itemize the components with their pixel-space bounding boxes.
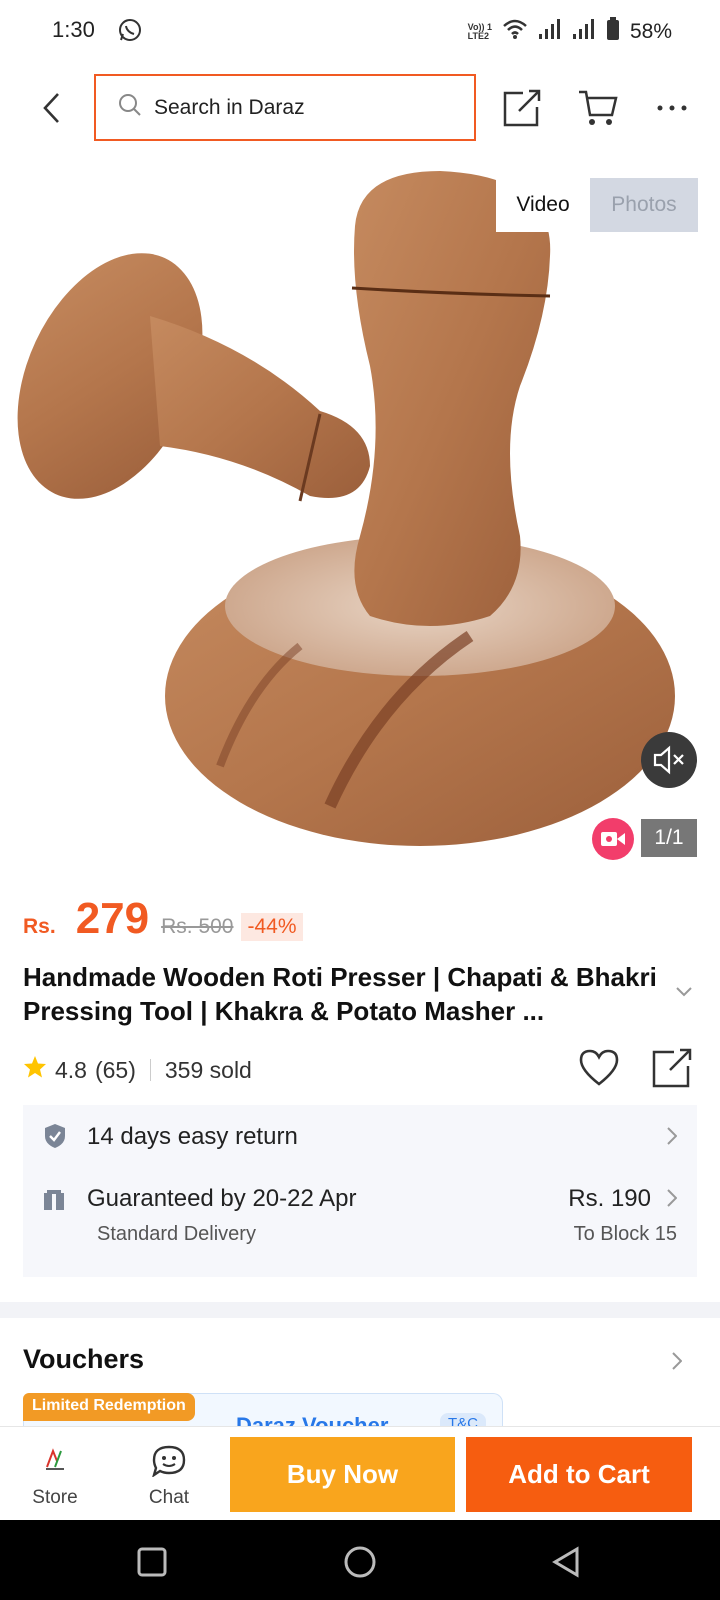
recents-icon[interactable] (132, 1542, 172, 1582)
section-divider (0, 1302, 720, 1318)
action-bar: Store Chat Buy Now Add to Cart (0, 1426, 720, 1520)
store-label: Store (32, 1487, 78, 1508)
status-bar: 1:30 Vo)) 1 LTE2 58% (0, 0, 720, 62)
rating-value[interactable]: 4.8 (55, 1057, 87, 1084)
volte-icon: Vo)) 1 LTE2 (467, 22, 492, 41)
price-value: 279 (75, 894, 150, 943)
store-logo-icon (10, 1445, 100, 1473)
tab-photos[interactable]: Photos (590, 178, 698, 232)
discount-badge: -44% (241, 913, 303, 941)
delivery-price: Rs. 190 (568, 1185, 651, 1212)
back-icon[interactable] (32, 88, 72, 128)
package-icon (43, 1189, 65, 1216)
product-photo (17, 171, 675, 846)
star-icon (23, 1055, 47, 1085)
status-time: 1:30 (52, 17, 95, 42)
add-to-cart-button[interactable]: Add to Cart (466, 1437, 692, 1512)
signal-2-icon (572, 18, 596, 46)
limited-redemption-badge: Limited Redemption (23, 1393, 195, 1421)
product-image[interactable]: Video Photos 1/1 (0, 166, 720, 866)
return-row[interactable]: 14 days easy return (23, 1105, 697, 1167)
chat-button[interactable]: Chat (124, 1427, 214, 1521)
share-icon[interactable] (652, 1048, 692, 1093)
mute-icon[interactable] (641, 732, 697, 788)
shield-check-icon (43, 1123, 67, 1154)
signal-1-icon (538, 18, 562, 46)
battery-icon (606, 17, 620, 47)
delivery-type: Standard Delivery (97, 1223, 256, 1245)
chevron-right-icon[interactable] (672, 1352, 683, 1375)
return-text: 14 days easy return (87, 1123, 298, 1150)
sold-count: 359 sold (164, 1056, 252, 1083)
tab-video[interactable]: Video (496, 178, 590, 232)
service-box: 14 days easy return Guaranteed by 20-22 … (23, 1105, 697, 1277)
more-icon[interactable] (650, 86, 694, 130)
delivery-text: Guaranteed by 20-22 Apr (87, 1185, 357, 1212)
search-icon (118, 93, 142, 122)
original-price: Rs. 500 (161, 915, 234, 938)
image-counter: 1/1 (641, 819, 697, 857)
product-title[interactable]: Handmade Wooden Roti Presser | Chapati &… (23, 960, 673, 1028)
top-bar: Search in Daraz (0, 74, 720, 142)
delivery-destination: To Block 15 (573, 1223, 677, 1245)
delivery-row[interactable]: Guaranteed by 20-22 Apr Standard Deliver… (23, 1167, 697, 1277)
wifi-icon (502, 18, 528, 46)
heart-icon[interactable] (578, 1048, 620, 1093)
back-nav-icon[interactable] (546, 1542, 586, 1582)
chat-label: Chat (148, 1487, 190, 1508)
whatsapp-icon (117, 17, 143, 48)
price-row: Rs. 279 Rs. 500 -44% (23, 894, 303, 944)
store-button[interactable]: Store (10, 1427, 100, 1521)
system-nav-bar (0, 1520, 720, 1600)
search-placeholder: Search in Daraz (154, 95, 305, 119)
search-input[interactable]: Search in Daraz (94, 74, 476, 141)
divider (149, 1059, 151, 1081)
rating-count[interactable]: (65) (95, 1057, 136, 1084)
buy-now-button[interactable]: Buy Now (230, 1437, 455, 1512)
chevron-down-icon[interactable] (676, 984, 692, 1002)
home-icon[interactable] (340, 1542, 380, 1582)
share-icon[interactable] (500, 86, 544, 130)
video-badge-icon (592, 818, 634, 860)
chevron-right-icon (667, 1127, 678, 1150)
chevron-right-icon (667, 1189, 678, 1212)
price-currency: Rs. (23, 915, 56, 938)
battery-percent: 58% (629, 20, 672, 43)
cart-icon[interactable] (576, 86, 620, 130)
chat-icon (124, 1445, 214, 1477)
vouchers-title[interactable]: Vouchers (23, 1344, 144, 1375)
